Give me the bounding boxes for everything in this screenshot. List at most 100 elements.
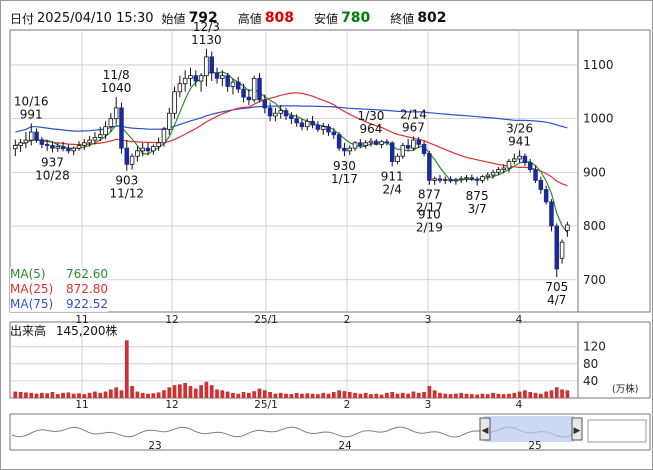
candle (400, 142, 406, 159)
candle-body-up (108, 118, 114, 128)
candle-body-down (374, 140, 379, 145)
candle (119, 102, 124, 154)
candle-body-down (44, 144, 50, 146)
annotation-date: 11/12 (109, 187, 144, 201)
candle (204, 48, 209, 87)
volume-bar (268, 392, 272, 398)
volume-bar (459, 392, 464, 398)
annotation-value: 1040 (101, 81, 132, 95)
candle (405, 139, 411, 151)
volume-tick-label: 80 (583, 357, 598, 371)
navigator-x-tick-label: 23 (148, 440, 161, 452)
candle (320, 122, 326, 135)
volume-bar (209, 385, 214, 398)
candle-body-down (405, 145, 411, 149)
candle-body-down (315, 124, 321, 130)
candle-body-down (209, 56, 214, 74)
candle-body-down (474, 178, 480, 181)
candle-body-up (140, 147, 145, 152)
candle (389, 141, 395, 167)
volume-bar (294, 392, 299, 398)
volume-bar (24, 392, 28, 398)
candle (113, 97, 119, 124)
annotation-date: 10/28 (35, 168, 70, 182)
volume-bar (538, 393, 543, 398)
candle (257, 72, 262, 103)
candle-body-up (395, 155, 400, 163)
candle-body-up (151, 146, 156, 152)
candle (538, 176, 544, 194)
candle-body-up (113, 107, 119, 120)
volume-bar (554, 387, 559, 398)
volume-bar (114, 387, 119, 398)
volume-bar (220, 390, 225, 398)
candle (347, 145, 352, 156)
candle (82, 139, 87, 150)
annotation-date: 2/4 (383, 182, 402, 196)
volume-bar (61, 392, 65, 398)
candle (251, 75, 257, 103)
candle-body-up (87, 139, 92, 144)
navigator-selected-range (484, 416, 574, 442)
candle-body-down (294, 118, 299, 124)
candle-body-up (506, 161, 512, 169)
annotation-value: 705 (545, 280, 568, 294)
candle (214, 67, 220, 84)
candle-body-up (71, 147, 76, 152)
candle (427, 150, 432, 185)
annotation-date: 12/3 (193, 20, 220, 34)
price-x-tick-label: 2 (344, 314, 351, 326)
candle-body-up (172, 91, 177, 114)
candle (166, 107, 172, 135)
volume-bar (507, 393, 511, 398)
ma-legend: MA(5) 762.60 MA(25) 872.80 MA(75) 922.52 (10, 267, 108, 312)
annotation-value: 930 (333, 159, 356, 173)
volume-bar (284, 393, 288, 398)
candle-body-down (241, 88, 246, 98)
volume-bar (39, 392, 44, 398)
volume-bar (369, 394, 373, 398)
candle (464, 175, 469, 183)
candle (273, 107, 278, 122)
candle (66, 144, 71, 154)
volume-bar (512, 392, 517, 398)
candle-body-down (384, 141, 390, 144)
candle (310, 115, 315, 129)
volume-bar (82, 394, 87, 398)
candle (522, 153, 528, 166)
candle-body-up (97, 134, 103, 138)
candle-body-up (490, 171, 496, 176)
volume-x-tick-label: 25/1 (254, 399, 278, 411)
volume-bar (262, 390, 267, 398)
price-tick-label: 700 (583, 273, 606, 287)
candle (554, 223, 560, 278)
candle-body-up (103, 126, 108, 136)
candle-body-up (517, 155, 522, 160)
volume-bar (45, 393, 50, 398)
candle (71, 146, 76, 156)
candle-body-down (299, 122, 305, 128)
ma25-line (15, 92, 568, 187)
candle (474, 176, 480, 186)
volume-bar (252, 391, 257, 398)
candle-body-up (453, 179, 459, 182)
candle-body-down (289, 115, 294, 120)
stock-chart: ◀ ▶ 700800900100011001111121225/125/12233… (0, 0, 653, 470)
volume-bar (358, 393, 363, 398)
candle-body-down (543, 189, 549, 203)
candle-body-up (347, 147, 352, 152)
candle-body-up (363, 142, 368, 146)
candle-body-down (336, 134, 342, 149)
volume-bar (347, 392, 352, 398)
candle (527, 158, 533, 173)
candle-body-down (389, 142, 395, 163)
volume-bar (289, 394, 294, 398)
ma25-value: 872.80 (66, 282, 108, 296)
volume-bar (422, 392, 426, 398)
candle (326, 124, 331, 136)
candle (432, 176, 437, 185)
volume-bar (225, 391, 230, 398)
volume-bar (273, 393, 278, 398)
candle-body-up (411, 139, 416, 149)
volume-bar (98, 392, 103, 398)
